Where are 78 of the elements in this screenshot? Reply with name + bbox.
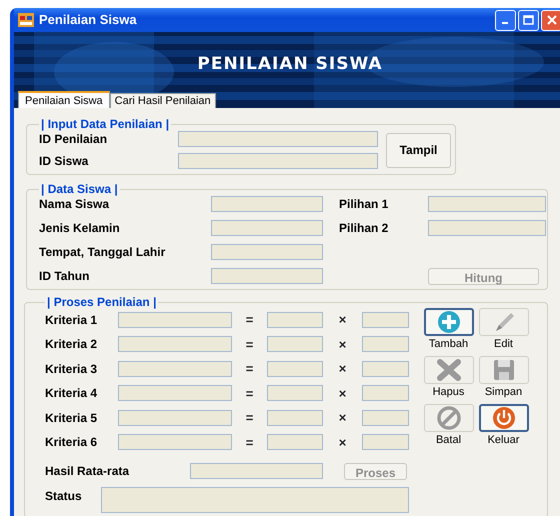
app-icon [18,13,34,27]
text-field[interactable] [362,336,409,352]
text-field[interactable] [101,487,409,513]
prohibited-icon [434,406,462,430]
times-sign: × [338,360,348,378]
times-sign: × [338,336,348,354]
field-label: Nama Siswa [39,196,110,213]
text-field[interactable] [178,153,378,169]
text-field[interactable] [211,268,323,284]
text-field[interactable] [428,196,546,212]
text-field[interactable] [362,434,409,450]
text-field[interactable] [118,360,232,377]
field-label: Hasil Rata-rata [45,463,130,480]
cross-icon [434,358,462,382]
text-field[interactable] [118,410,232,426]
text-field[interactable] [267,410,323,426]
field-label: Tempat, Tanggal Lahir [39,244,166,261]
text-field[interactable] [118,434,232,450]
text-field[interactable] [428,220,546,236]
field-label: Status [45,488,83,505]
times-sign: × [338,409,348,427]
field-label: Pilihan 1 [339,196,390,213]
field-label: Jenis Kelamin [39,220,121,237]
field-label: Kriteria 2 [45,336,98,354]
field-label: Kriteria 6 [45,434,98,452]
text-field[interactable] [362,360,409,377]
button-label: Edit [494,337,513,352]
action-button[interactable] [478,404,528,432]
text-field[interactable] [118,385,232,402]
text-field[interactable] [190,463,323,479]
text-field[interactable] [267,312,323,328]
text-field[interactable] [211,244,323,260]
group-title: | Data Siswa | [40,183,119,195]
text-field[interactable] [362,410,409,426]
button-label: Batal [436,433,462,448]
times-sign: × [338,434,348,452]
button-label: Simpan [484,385,522,400]
group-title: | Input Data Penilaian | [40,118,170,130]
button-label: Tambah [428,337,468,352]
text-field[interactable] [118,336,232,352]
equals-sign: = [244,384,254,402]
close-icon[interactable] [541,10,560,30]
equals-sign: = [244,311,254,329]
field-label: Kriteria 1 [45,312,98,329]
button-label: Hapus [432,385,464,400]
text-field[interactable] [178,131,378,147]
field-label: Kriteria 5 [45,410,98,427]
field-label: ID Siswa [39,153,90,170]
text-field[interactable] [211,196,323,212]
field-label: Kriteria 4 [45,385,98,402]
text-field[interactable] [211,220,323,236]
text-field[interactable] [267,434,323,450]
button[interactable]: Tampil [386,132,451,168]
times-sign: × [338,384,348,402]
window-title: Penilaian Siswa [39,11,137,30]
equals-sign: = [244,336,254,354]
field-label: Kriteria 3 [45,360,98,378]
text-field[interactable] [267,385,323,402]
text-field[interactable] [362,385,409,402]
times-sign: × [338,311,348,329]
text-field[interactable] [267,360,323,377]
field-label: Pilihan 2 [339,220,390,237]
tab[interactable]: Penilaian Siswa [18,91,110,108]
equals-sign: = [244,409,254,427]
text-field[interactable] [267,336,323,352]
button-label: Keluar [488,433,520,448]
banner-title: PENILAIAN SISWA [197,52,383,76]
tab[interactable]: Cari Hasil Penilaian [110,93,216,108]
equals-sign: = [244,360,254,378]
text-field[interactable] [362,312,409,328]
maximize-icon[interactable] [518,10,539,30]
equals-sign: = [244,434,254,452]
text-field[interactable] [118,312,232,328]
group-title: | Proses Penilaian | [46,296,158,308]
minimize-icon[interactable] [495,10,516,30]
action-button[interactable] [424,308,474,336]
field-label: ID Tahun [39,268,90,285]
field-label: ID Penilaian [39,131,108,148]
